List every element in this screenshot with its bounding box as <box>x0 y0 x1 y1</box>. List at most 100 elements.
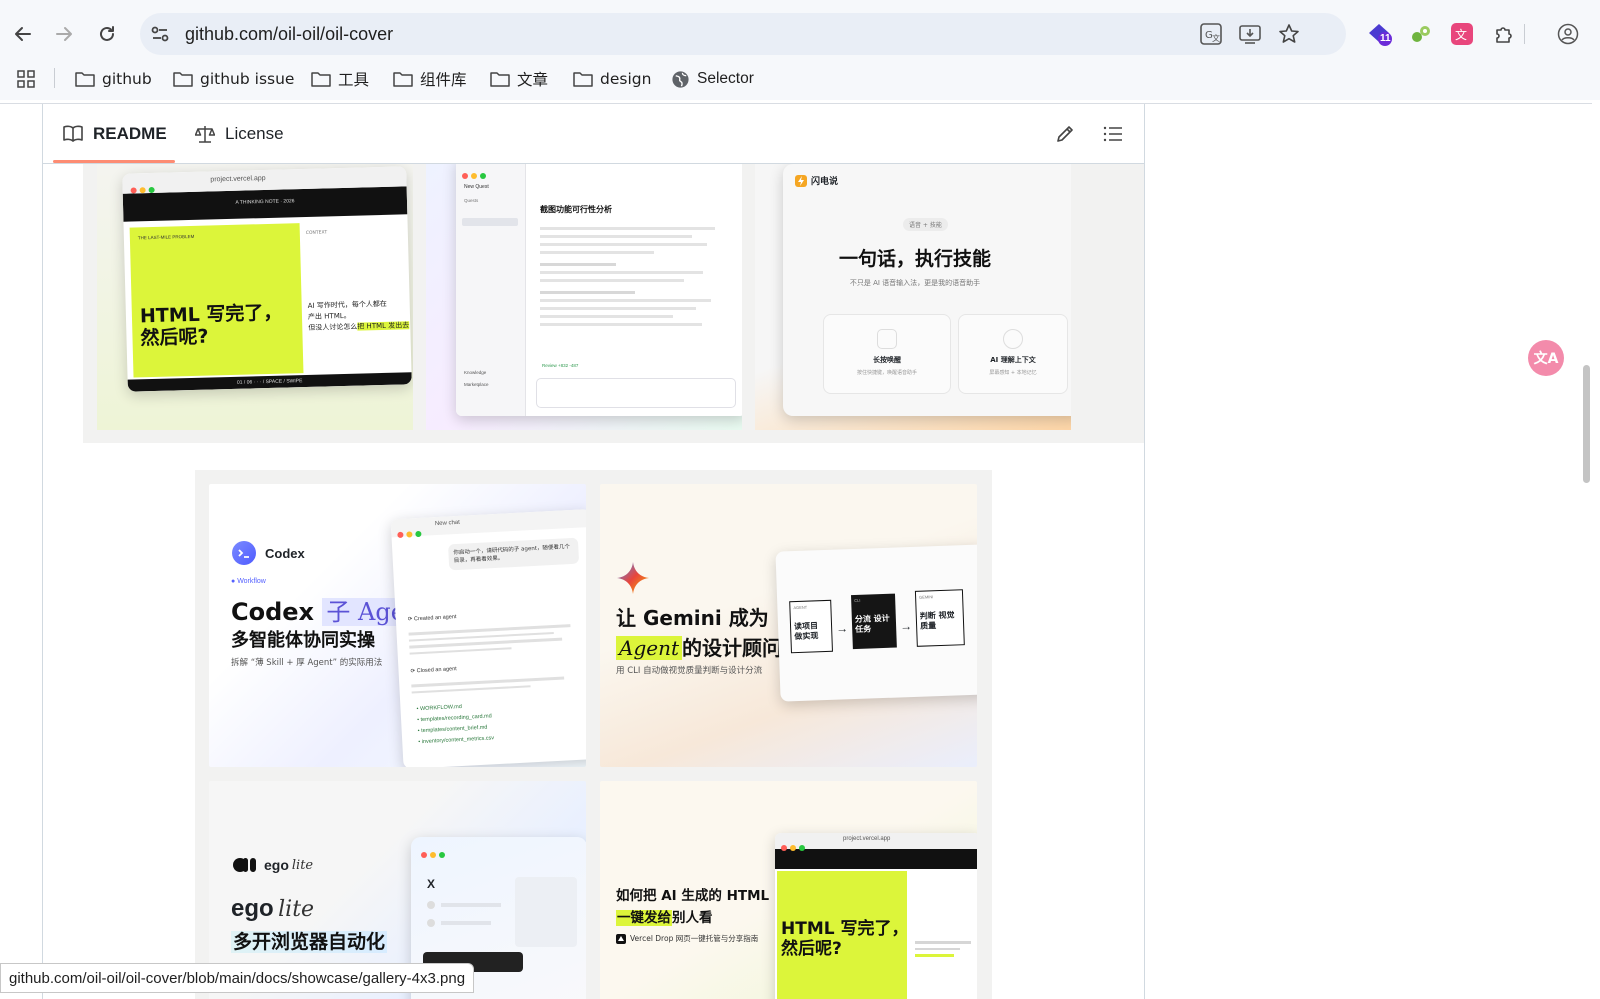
bookmark-folder-github-issue[interactable]: github issue <box>173 66 294 92</box>
toolbar-divider <box>1524 24 1525 44</box>
gallery-card-codex: Codex ● Workflow Codex 子 Agent 多智能体协同实操 … <box>209 484 586 767</box>
gemini-step1: 读项目 做实现 <box>793 621 819 642</box>
mock-headline: 一句话，执行技能 <box>838 248 991 270</box>
translate-extension-icon[interactable]: 文 <box>1449 21 1475 47</box>
folder-icon <box>311 72 331 87</box>
mock-browser-window: project.vercel.app A THINKING NOTE · 202… <box>122 166 412 392</box>
scale-icon <box>195 126 215 143</box>
reload-button[interactable] <box>92 19 122 49</box>
gallery-card-gemini: 让 Gemini 成为 Agent 的设计顾问 用 CLI 自动做视觉质量判断与设… <box>600 484 977 767</box>
page-scrollbar[interactable] <box>1580 103 1592 998</box>
gallery-card-vercel-drop: 如何把 AI 生成的 HTML 一键发给别人看 Vercel Drop 网页一键… <box>600 781 977 999</box>
gallery-image-top[interactable]: project.vercel.app A THINKING NOTE · 202… <box>83 162 1144 443</box>
mock-context-label: CONTEXT <box>305 230 328 236</box>
vercel-title-line1: 如何把 AI 生成的 HTML <box>616 888 770 904</box>
mock-card2-title: AI 理解上下文 <box>990 356 1036 364</box>
mock-review: Review +832 -487 <box>542 363 579 368</box>
gallery-tile-screenshot-analysis: New Quest Quests Knowledge Marketplace 截… <box>426 162 742 430</box>
lightning-icon <box>795 174 807 187</box>
outline-list-icon[interactable] <box>1103 124 1123 149</box>
codex-title-a: Codex <box>231 598 323 626</box>
bookmark-folder-articles[interactable]: 文章 <box>490 66 548 92</box>
bookmark-folder-components[interactable]: 组件库 <box>393 66 467 92</box>
install-app-icon[interactable] <box>1239 23 1261 45</box>
bookmark-label: 组件库 <box>420 71 467 89</box>
ego-brand: ego <box>264 857 289 873</box>
status-link-text: github.com/oil-oil/oil-cover/blob/main/d… <box>9 969 466 987</box>
address-bar[interactable]: github.com/oil-oil/oil-cover G文 <box>140 13 1346 55</box>
folder-icon <box>75 72 95 87</box>
scrollbar-thumb[interactable] <box>1583 365 1590 483</box>
bookmark-folder-design[interactable]: design <box>573 66 651 92</box>
gallery-image-bottom[interactable]: Codex ● Workflow Codex 子 Agent 多智能体协同实操 … <box>195 470 992 999</box>
bookmark-selector[interactable]: Selector <box>671 66 754 92</box>
bookmark-label: 工具 <box>338 71 370 89</box>
ego-title-suffix: lite <box>278 897 315 922</box>
gallery-tile-html-last-mile: project.vercel.app A THINKING NOTE · 202… <box>97 162 413 430</box>
floating-translate-icon[interactable]: 文A <box>1528 340 1564 376</box>
extensions-puzzle-icon[interactable] <box>1491 21 1517 47</box>
tab-label: README <box>93 124 167 143</box>
mock-url: project.vercel.app <box>210 175 266 184</box>
back-button[interactable] <box>8 19 38 49</box>
codex-sub: 拆解 “薄 Skill + 厚 Agent” 的实际用法 <box>231 658 383 668</box>
tab-readme[interactable]: README <box>63 119 167 149</box>
status-link-preview: github.com/oil-oil/oil-cover/blob/main/d… <box>0 963 475 993</box>
ego-brand-suffix: lite <box>291 857 314 873</box>
bookmark-label: github issue <box>200 70 295 88</box>
apps-grid-icon[interactable] <box>17 70 35 88</box>
vercel-logo-icon <box>616 933 626 944</box>
site-settings-icon[interactable] <box>150 24 170 44</box>
vercel-mock-url: project.vercel.app <box>843 836 891 842</box>
bookmark-star-icon[interactable] <box>1278 23 1300 45</box>
bookmark-label: design <box>600 70 652 88</box>
codex-file-3: templates/content_brief.md <box>421 724 488 735</box>
bookmark-folder-github[interactable]: github <box>75 66 152 92</box>
tab-license[interactable]: License <box>195 119 284 149</box>
codex-bubble: 你启动一个，请研代码的子 agent，随便看几个目录，再看看效果。 <box>447 537 580 571</box>
bookmark-folder-tools[interactable]: 工具 <box>311 66 369 92</box>
tab-label: License <box>225 124 284 143</box>
extension-badge-count: 11 <box>1380 33 1391 44</box>
puzzle-green-extension-icon[interactable] <box>1408 21 1434 47</box>
book-icon <box>63 125 83 142</box>
profile-avatar-icon[interactable] <box>1555 21 1581 47</box>
edit-pencil-icon[interactable] <box>1055 124 1075 149</box>
codex-file-4: inventory/content_metrics.csv <box>421 735 495 746</box>
translate-page-icon[interactable]: G文 <box>1200 23 1222 45</box>
mock-card2-sub: 屏幕感知 + 本地记忆 <box>989 370 1037 376</box>
mock-doc-title: 截图功能可行性分析 <box>540 205 612 214</box>
codex-kicker: Workflow <box>237 578 266 585</box>
globe-icon <box>672 70 689 88</box>
extension-badge-icon[interactable]: 11 <box>1367 21 1393 47</box>
folder-icon <box>573 72 593 87</box>
folder-icon <box>490 72 510 87</box>
browser-toolbar: github.com/oil-oil/oil-cover G文 11 文 git… <box>0 0 1600 100</box>
forward-button[interactable] <box>49 19 79 49</box>
mock-card1-title: 长按唤醒 <box>873 356 901 364</box>
mock-app-window: New Quest Quests Knowledge Marketplace 截… <box>456 162 742 416</box>
folder-icon <box>393 72 413 87</box>
gemini-step2: 分流 设计任务 <box>854 613 890 634</box>
gemini-star-icon <box>617 562 649 594</box>
back-arrow-icon <box>15 27 31 41</box>
folder-icon <box>173 72 193 87</box>
vercel-sub: Vercel Drop 网页一键托管与分享指南 <box>630 934 759 943</box>
tile1-headline-1: HTML 写完了， <box>139 301 283 328</box>
codex-brand: Codex <box>265 545 305 561</box>
gemini-flow-card: AGENT 读项目 做实现 → CLI 分流 设计任务 → GEMINI 判断 … <box>775 544 977 702</box>
vercel-headline-2: 然后呢? <box>781 939 842 959</box>
gemini-title-a: 让 Gemini 成为 <box>616 606 769 630</box>
vercel-title-line2: 别人看 <box>672 910 713 926</box>
codex-file-1: WORKFLOW.md <box>419 703 463 713</box>
codex-step1: Created an agent <box>413 614 457 623</box>
gemini-step1-tag: AGENT <box>793 604 808 611</box>
codex-logo-icon <box>232 541 256 565</box>
mock-sidebar-quests: Quests <box>464 198 479 203</box>
url-text[interactable]: github.com/oil-oil/oil-cover <box>185 24 393 45</box>
page-content: README License project.vercel.app A THIN… <box>0 103 1592 999</box>
codex-file-2: templates/recording_card.md <box>420 713 492 724</box>
gemini-title-b: 的设计顾问 <box>682 636 782 660</box>
gemini-step3: 判断 视觉质量 <box>919 610 955 631</box>
vercel-title-highlight: 一键发给 <box>616 910 672 926</box>
